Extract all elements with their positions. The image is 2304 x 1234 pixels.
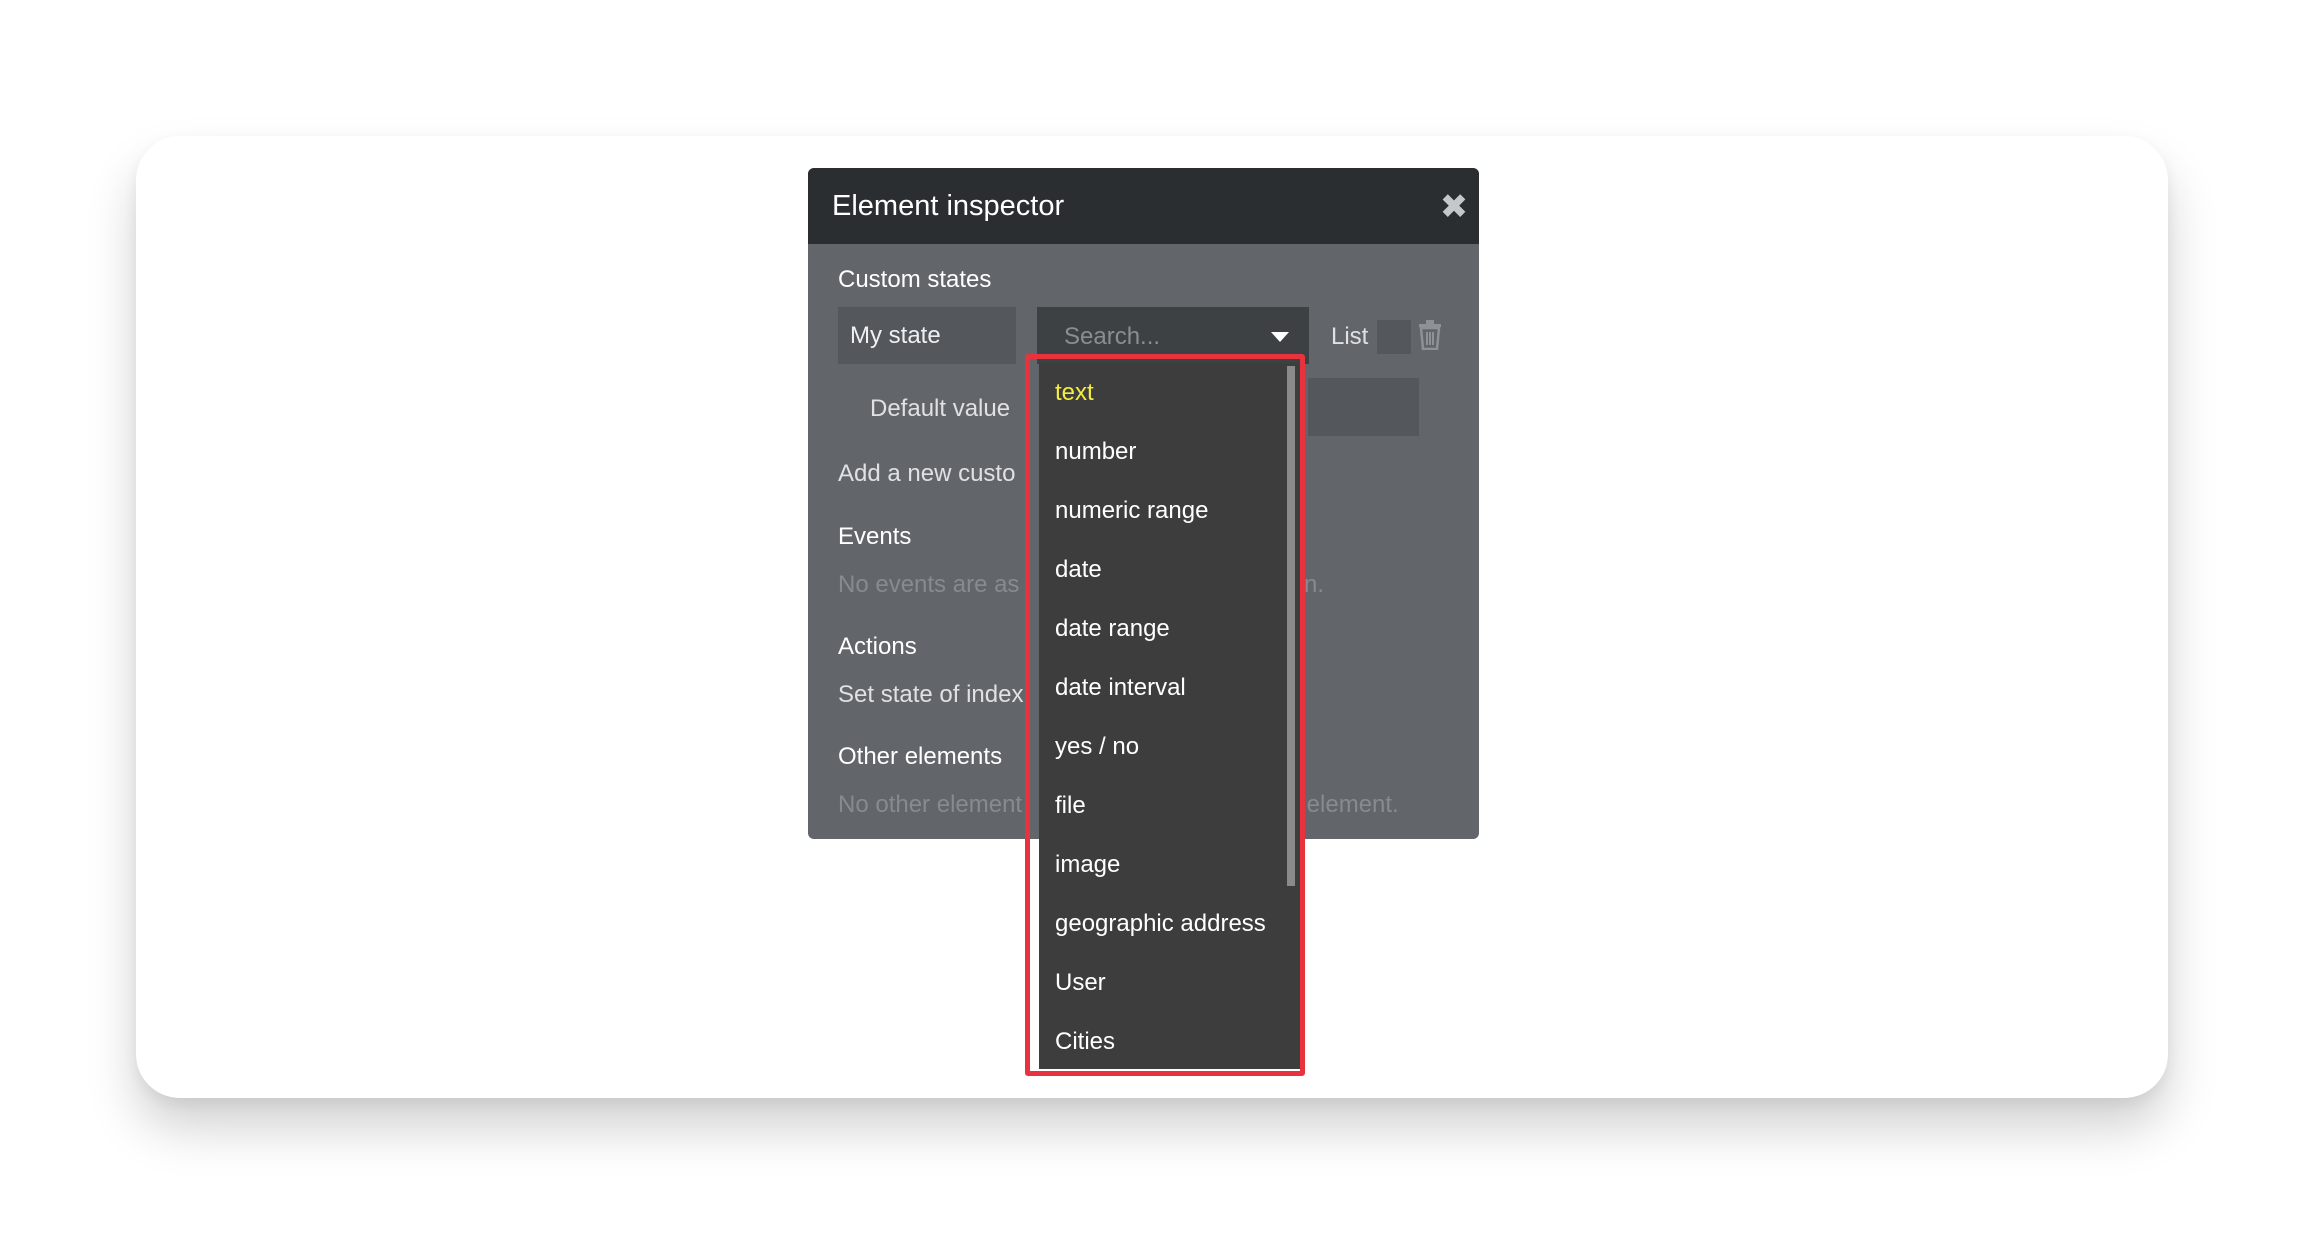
trash-icon[interactable] (1417, 320, 1443, 350)
dropdown-item-date-interval[interactable]: date interval (1055, 674, 1186, 702)
dropdown-item-number[interactable]: number (1055, 438, 1136, 466)
dropdown-scrollbar[interactable] (1287, 366, 1295, 886)
other-elements-label: Other elements (838, 743, 1003, 770)
events-empty-text: No events are as (838, 571, 1020, 598)
events-label: Events (838, 523, 912, 550)
events-empty-tail: n. (1304, 571, 1325, 598)
close-icon[interactable]: ✖ (1439, 190, 1469, 224)
other-elements-empty-tail: s element. (1288, 791, 1399, 818)
custom-states-label: Custom states (838, 266, 992, 293)
dropdown-item-numeric-range[interactable]: numeric range (1055, 497, 1208, 525)
default-value-input[interactable] (1308, 378, 1419, 436)
type-dropdown-list[interactable]: text number numeric range date date rang… (1039, 363, 1301, 1069)
actions-label: Actions (838, 633, 917, 660)
state-type-placeholder: Search... (1064, 323, 1161, 350)
dropdown-item-user[interactable]: User (1055, 969, 1106, 997)
dropdown-item-text[interactable]: text (1055, 379, 1094, 407)
state-name-input[interactable]: My state (838, 307, 1016, 364)
list-checkbox[interactable] (1377, 320, 1411, 354)
actions-item: Set state of index (838, 681, 1024, 708)
inspector-title: Element inspector (832, 190, 1065, 222)
dropdown-item-date[interactable]: date (1055, 556, 1102, 584)
inspector-header: Element inspector ✖ (808, 168, 1479, 244)
caret-down-icon (1271, 332, 1289, 342)
dropdown-item-geographic-address[interactable]: geographic address (1055, 910, 1266, 938)
default-value-label: Default value (870, 395, 1011, 422)
dropdown-item-cities[interactable]: Cities (1055, 1028, 1115, 1056)
dropdown-item-image[interactable]: image (1055, 851, 1120, 879)
dropdown-item-file[interactable]: file (1055, 792, 1086, 820)
state-type-select[interactable]: Search... (1037, 307, 1309, 364)
dropdown-item-date-range[interactable]: date range (1055, 615, 1170, 643)
add-custom-state-link[interactable]: Add a new custo (838, 460, 1015, 488)
dropdown-item-yes-no[interactable]: yes / no (1055, 733, 1139, 761)
list-label: List (1331, 323, 1369, 350)
other-elements-empty-text: No other element (838, 791, 1023, 818)
